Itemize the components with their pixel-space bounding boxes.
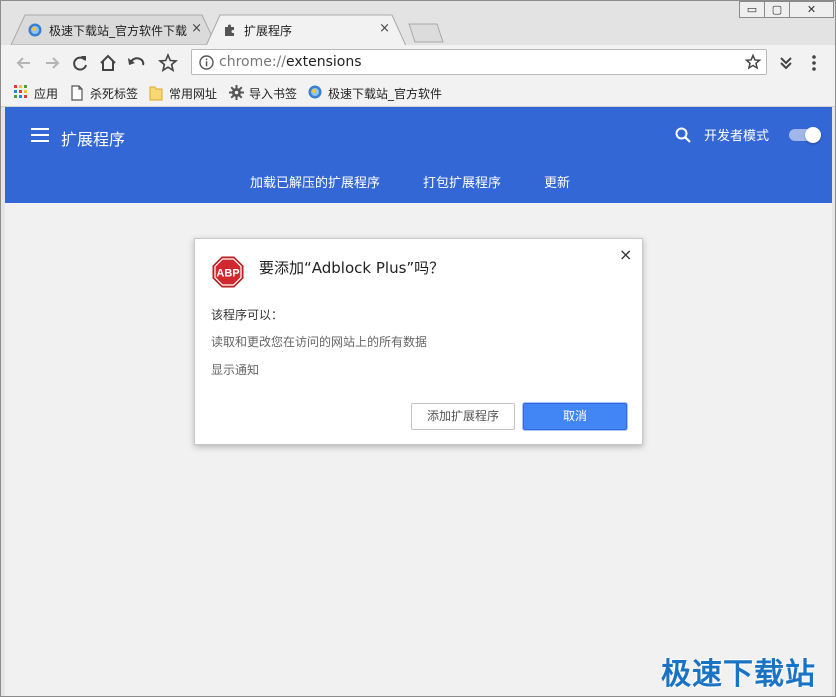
puzzle-icon [225,24,234,36]
forward-arrow-icon[interactable] [41,52,63,74]
adblock-plus-icon: ABP [212,256,244,288]
globe-favicon-icon [308,85,322,99]
chevron-double-down-icon[interactable] [775,52,797,74]
hamburger-menu-icon[interactable] [31,128,49,142]
close-window-button[interactable]: ✕ [789,1,834,18]
tab-jisu-download[interactable]: 极速下载站_官方软件下载 × [11,14,216,45]
menu-kebab-icon[interactable] [803,52,825,74]
url-text: chrome://extensions [219,54,362,70]
apps-grid-icon [14,85,27,98]
add-extension-button[interactable]: 添加扩展程序 [411,403,515,430]
page-title: 扩展程序 [61,130,126,149]
tab-title: 极速下载站_官方软件下载 [49,24,188,38]
star-page-icon[interactable] [744,53,762,71]
load-unpacked-button[interactable]: 加载已解压的扩展程序 [250,172,380,191]
gear-icon [229,85,244,100]
address-bar[interactable]: chrome://extensions [191,49,767,75]
bookmarks-bar: 应用 杀死标签 常用网址 导入书签 极速下载站_官方软件 [1,80,835,107]
tab-close-button[interactable]: × [191,22,202,36]
browser-window: 极速下载站_官方软件下载 × 扩展程序 × ▭ ▢ ✕ chrome://ext… [0,0,836,697]
pack-extension-button[interactable]: 打包扩展程序 [423,172,501,191]
reload-icon[interactable] [69,52,91,74]
update-button[interactable]: 更新 [544,172,570,191]
toggle-knob [805,127,821,143]
developer-mode-toggle[interactable] [789,127,821,143]
abp-icon-text: ABP [216,268,239,280]
search-icon[interactable] [675,127,691,143]
permissions-heading: 该程序可以： [211,308,284,322]
back-arrow-icon[interactable] [13,52,35,74]
permission-item: 显示通知 [211,363,260,377]
bookmark-jisu[interactable]: 极速下载站_官方软件 [308,84,443,102]
extensions-header: 扩展程序 开发者模式 加载已解压的扩展程序 打包扩展程序 更新 [5,107,832,203]
add-extension-dialog: ABP 要添加“Adblock Plus”吗？ × 该程序可以： 读取和更改您在… [194,238,643,445]
page-icon [71,85,83,101]
tab-strip: 极速下载站_官方软件下载 × 扩展程序 × ▭ ▢ ✕ [1,1,835,46]
bookmark-label: 常用网址 [169,87,218,101]
bookmark-label: 导入书签 [249,87,298,101]
tab-close-button[interactable]: × [379,22,390,36]
tab-title: 扩展程序 [244,24,293,38]
tab-extensions[interactable]: 扩展程序 × [206,14,406,46]
bookmark-star-icon[interactable] [157,52,179,74]
cancel-button[interactable]: 取消 [523,403,627,430]
undo-icon[interactable] [125,52,147,74]
minimize-button[interactable]: ▭ [739,1,765,18]
watermark-logo: 极速下载站 [661,657,816,692]
developer-mode-label: 开发者模式 [704,129,770,144]
browser-toolbar: chrome://extensions [1,45,835,80]
bookmark-label: 极速下载站_官方软件 [328,87,443,101]
folder-icon [149,86,163,101]
new-tab-button[interactable] [408,23,444,43]
info-icon[interactable] [199,55,214,70]
dialog-close-button[interactable]: × [619,247,632,263]
url-path: extensions [286,54,362,70]
home-icon[interactable] [97,52,119,74]
bookmark-label: 应用 [34,87,59,101]
dialog-title: 要添加“Adblock Plus”吗？ [259,259,445,277]
restore-button[interactable]: ▢ [764,1,790,18]
bookmark-label: 杀死标签 [90,87,139,101]
permission-item: 读取和更改您在访问的网站上的所有数据 [211,335,428,349]
globe-favicon-icon [28,23,42,37]
url-scheme: chrome:// [219,54,286,70]
